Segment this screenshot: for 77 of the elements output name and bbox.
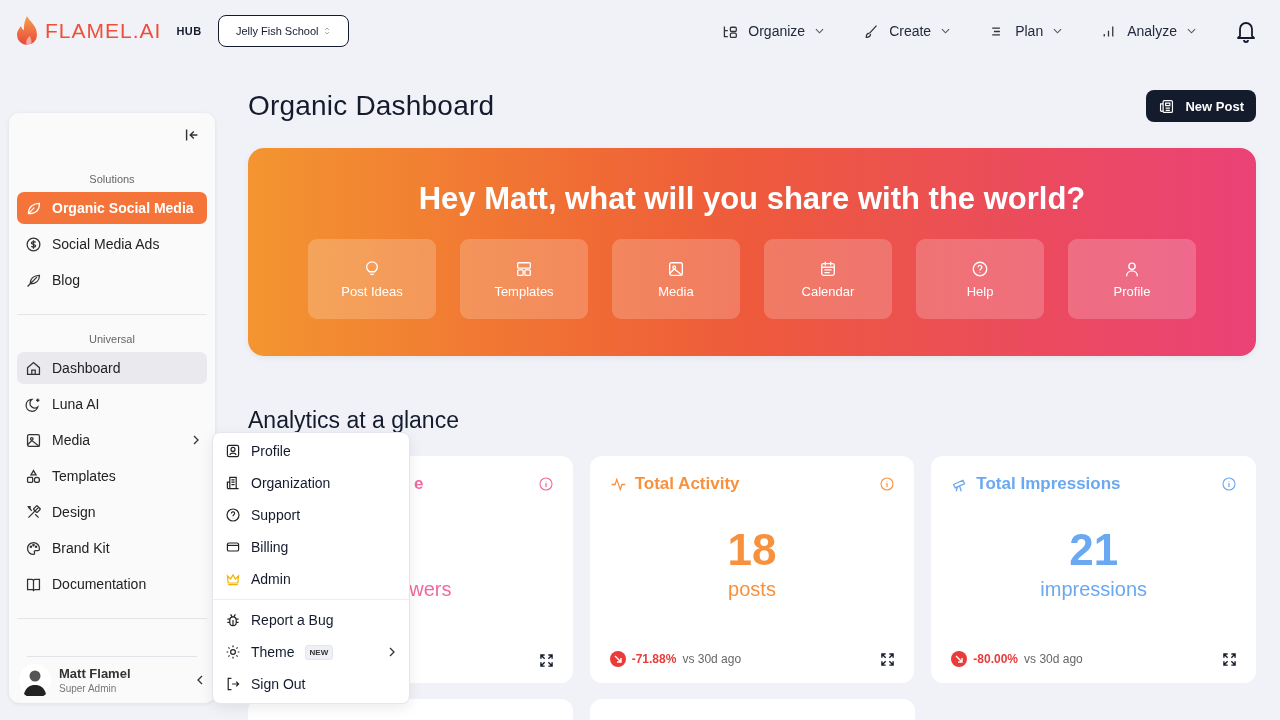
menu-item[interactable]: Admin (213, 563, 409, 595)
building-icon (225, 475, 241, 491)
chevron-down-icon (1053, 28, 1063, 34)
stat-value: 21 (1068, 528, 1120, 572)
chevron-down-icon (1187, 28, 1196, 34)
menu-item[interactable]: Report a Bug (213, 604, 409, 636)
info-icon[interactable] (538, 477, 553, 491)
image-icon (25, 431, 42, 449)
home-icon (25, 359, 42, 377)
card-title: Total Impressions (976, 474, 1121, 494)
expand-icon[interactable] (539, 654, 553, 667)
image-icon (667, 259, 685, 278)
menu-item[interactable]: Profile (213, 435, 409, 467)
card-title: Total Activity (634, 474, 740, 494)
shapes-icon (25, 467, 42, 485)
nav-menu-button[interactable]: Organize (721, 22, 825, 40)
dollar-icon (25, 235, 42, 253)
menu-item[interactable]: Organization (213, 467, 409, 499)
sidebar-item[interactable]: Design (17, 496, 207, 528)
new-badge: NEW (304, 644, 334, 660)
sidebar-item[interactable]: Documentation (17, 568, 207, 600)
stat-unit: impressions (1039, 578, 1149, 601)
sidebar-item[interactable]: Brand Kit (17, 532, 207, 564)
sidebar-item[interactable]: Media (17, 424, 207, 456)
user-role: Super Admin (59, 683, 118, 694)
hub-label: HUB (176, 25, 202, 37)
notification-bell-icon[interactable] (1234, 19, 1258, 43)
sign-out-icon (225, 676, 241, 692)
sun-icon (225, 644, 241, 660)
page-title: Organic Dashboard (248, 90, 495, 122)
change-percent: -80.00% (973, 652, 1019, 666)
expand-icon[interactable] (881, 652, 895, 666)
chevron-left-icon[interactable] (197, 675, 203, 685)
menu-item[interactable]: Sign Out (213, 668, 409, 700)
nav-menu-button[interactable]: Plan (988, 22, 1063, 40)
section-heading: Solutions (88, 173, 136, 185)
banner-heading: Hey Matt, what will you share with the world? (418, 181, 1086, 217)
menu-item[interactable]: Support (213, 499, 409, 531)
nav-menu-button[interactable]: Create (862, 22, 951, 40)
sidebar-item[interactable]: Luna AI (17, 388, 207, 420)
trend-down-icon (951, 651, 968, 667)
help-icon (971, 259, 989, 278)
stat-value: 18 (726, 528, 778, 572)
menu-item[interactable]: Billing (213, 531, 409, 563)
change-percent: -71.88% (631, 652, 677, 666)
design-tools-icon (25, 503, 42, 521)
sidebar-item[interactable]: Social Media Ads (17, 228, 207, 260)
new-post-button[interactable]: New Post (1146, 90, 1256, 122)
workspace-selector[interactable]: Jelly Fish School (217, 15, 349, 47)
comparison-label: vs 30d ago (1024, 652, 1083, 666)
card-title: e (414, 474, 424, 494)
menu-item[interactable]: Theme NEW (213, 636, 409, 668)
user-name: Matt Flamel (59, 666, 132, 681)
chevron-down-icon (815, 28, 825, 34)
nav-menu-button[interactable]: Analyze (1100, 22, 1196, 40)
sort-icon (324, 26, 331, 36)
sidebar-item[interactable]: Templates (17, 460, 207, 492)
comparison-label: vs 30d ago (682, 652, 742, 666)
card-icon (225, 539, 241, 555)
section-heading: Universal (88, 333, 136, 345)
calendar-icon (819, 259, 837, 278)
stat-unit: posts (727, 578, 777, 601)
layout-icon (515, 259, 533, 278)
chevron-down-icon (941, 28, 951, 34)
help-icon (225, 507, 241, 523)
section-heading: Analytics at a glance (248, 406, 460, 434)
pulse-icon (609, 475, 627, 493)
id-card-icon (225, 443, 241, 459)
palette-icon (25, 539, 42, 557)
bug-icon (225, 612, 241, 628)
sidebar-item[interactable]: Dashboard (17, 352, 207, 384)
trend-down-icon (609, 651, 626, 667)
flame-logo-icon (15, 15, 39, 47)
newspaper-icon (1158, 97, 1176, 115)
expand-icon[interactable] (1223, 652, 1236, 666)
lightbulb-icon (363, 259, 381, 278)
sidebar-item[interactable]: Blog (17, 264, 207, 296)
